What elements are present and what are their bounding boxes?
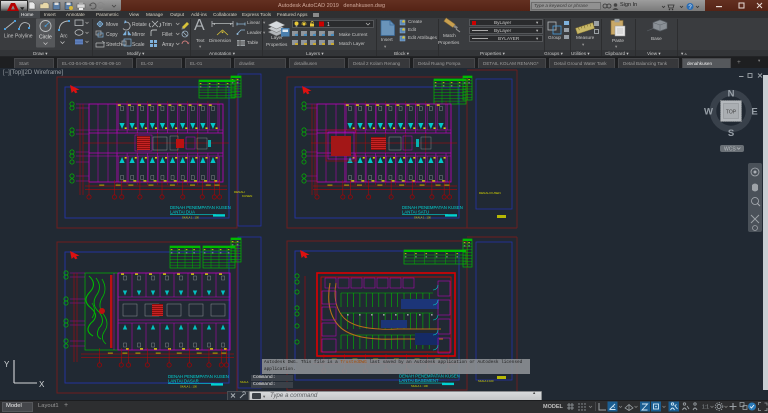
svg-text:LANTAI BASEMENT: LANTAI BASEMENT bbox=[399, 378, 439, 383]
svg-text:1:1: 1:1 bbox=[702, 405, 709, 411]
svg-text:Copy: Copy bbox=[106, 32, 118, 38]
svg-text:Polyline: Polyline bbox=[15, 34, 33, 40]
svg-text:LANTAI DUA: LANTAI DUA bbox=[170, 210, 195, 215]
svg-text:Rotate: Rotate bbox=[132, 22, 147, 28]
svg-text:N: N bbox=[728, 89, 735, 100]
svg-text:LANTAI DASAR: LANTAI DASAR bbox=[168, 379, 199, 384]
svg-text:SKALA 1 : 100: SKALA 1 : 100 bbox=[414, 215, 431, 219]
svg-text:WCS: WCS bbox=[724, 147, 736, 153]
svg-text:X: X bbox=[39, 380, 45, 389]
svg-text:Mirror: Mirror bbox=[132, 32, 145, 38]
svg-text:SKALA 1 : 100: SKALA 1 : 100 bbox=[411, 384, 428, 388]
svg-text:W: W bbox=[704, 107, 713, 118]
svg-text:1: 1 bbox=[327, 22, 330, 28]
svg-text:SKALA 1:100: SKALA 1:100 bbox=[478, 379, 494, 383]
svg-text:TOP: TOP bbox=[726, 110, 737, 116]
svg-text:Y: Y bbox=[4, 360, 10, 369]
svg-text:Move: Move bbox=[106, 22, 118, 28]
svg-text:Scale: Scale bbox=[132, 42, 145, 48]
svg-text:Circle: Circle bbox=[39, 35, 52, 41]
svg-text:Line: Line bbox=[4, 34, 14, 40]
svg-text:Array: Array bbox=[162, 42, 174, 48]
svg-text:Arc: Arc bbox=[60, 34, 68, 40]
svg-text:Stretch: Stretch bbox=[106, 42, 122, 48]
svg-text:SKALA 1 : 100: SKALA 1 : 100 bbox=[180, 384, 197, 388]
svg-text:KUSEN: KUSEN bbox=[242, 194, 252, 198]
svg-text:SKALA: SKALA bbox=[240, 380, 249, 384]
svg-text:Fillet: Fillet bbox=[162, 32, 173, 38]
svg-text:DENAH KUSEN: DENAH KUSEN bbox=[479, 191, 501, 195]
svg-text:SKALA 1 : 100: SKALA 1 : 100 bbox=[182, 215, 199, 219]
svg-text:S: S bbox=[728, 128, 734, 139]
svg-text:E: E bbox=[751, 107, 757, 118]
svg-text:LANTAI SATU: LANTAI SATU bbox=[402, 210, 429, 215]
svg-text:Trim: Trim bbox=[162, 22, 172, 28]
